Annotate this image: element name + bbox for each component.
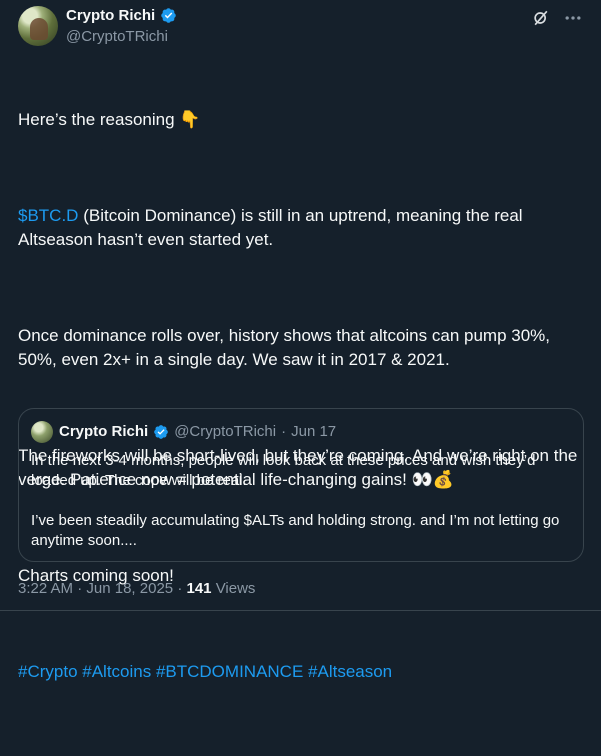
tweet-card: Crypto Richi @CryptoTRichi Here’s the re… [0, 0, 601, 681]
avatar[interactable] [18, 6, 58, 46]
quoted-handle[interactable]: @CryptoTRichi [174, 423, 276, 440]
more-icon[interactable] [563, 8, 583, 28]
author-name-row: Crypto Richi [66, 7, 177, 24]
author-handle[interactable]: @CryptoTRichi [66, 28, 168, 45]
cashtag-btc-d[interactable]: $BTC.D [18, 206, 78, 225]
tweet-paragraph-btc-dominance: $BTC.D (Bitcoin Dominance) is still in a… [18, 204, 578, 252]
quoted-date[interactable]: Jun 17 [291, 423, 336, 440]
tweet-time[interactable]: 3:22 AM [18, 580, 73, 597]
quoted-separator: · [281, 423, 287, 440]
verified-badge-icon [161, 8, 176, 23]
tweet-paragraph: Once dominance rolls over, history shows… [18, 326, 555, 369]
verified-badge-icon [154, 424, 169, 439]
quoted-header: Crypto Richi @CryptoTRichi · Jun 17 [59, 423, 336, 440]
hashtags[interactable]: #Crypto #Altcoins #BTCDOMINANCE #Altseas… [18, 660, 578, 684]
meta-separator: · [177, 580, 183, 597]
tweet-paragraph-text: (Bitcoin Dominance) is still in an uptre… [18, 206, 527, 249]
tweet-top-actions [531, 8, 583, 28]
grok-icon[interactable] [531, 8, 551, 28]
tweet-date[interactable]: Jun 18, 2025 [86, 580, 173, 597]
views-count: 141 [186, 580, 212, 597]
quoted-avatar[interactable] [31, 421, 53, 443]
views-label: Views [215, 580, 256, 597]
meta-separator: · [77, 580, 83, 597]
quoted-text: In the next 3-4 months, people will look… [31, 451, 571, 571]
quoted-display-name[interactable]: Crypto Richi [59, 423, 148, 440]
author-display-name[interactable]: Crypto Richi [66, 7, 155, 24]
tweet-meta: 3:22 AM · Jun 18, 2025 · 141 Views [18, 580, 255, 597]
quoted-paragraph: In the next 3-4 months, people will look… [31, 452, 536, 489]
tweet-paragraph: Here’s the reasoning 👇 [18, 110, 201, 129]
quoted-tweet[interactable]: Crypto Richi @CryptoTRichi · Jun 17 In t… [18, 408, 584, 562]
quoted-paragraph: I’ve been steadily accumulating $ALTs an… [31, 512, 560, 549]
